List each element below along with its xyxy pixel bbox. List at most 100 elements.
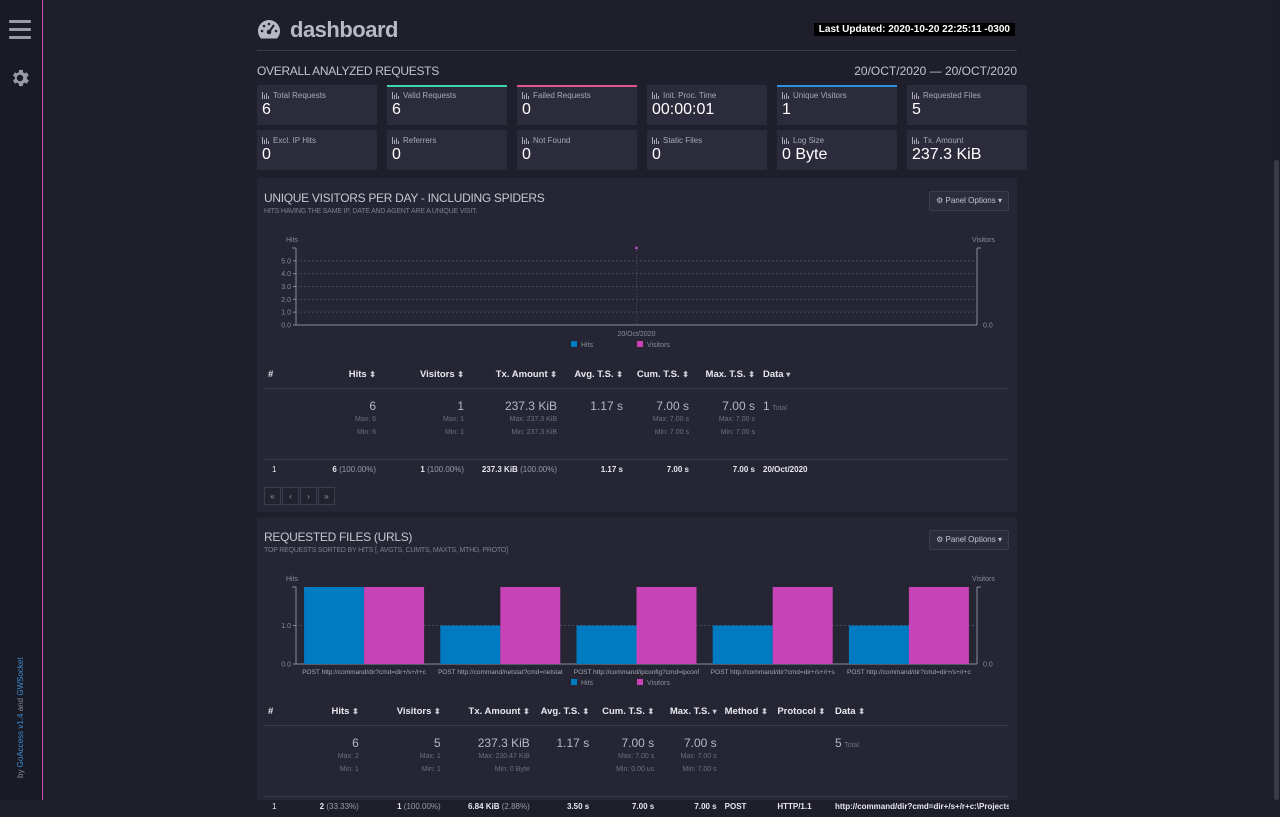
stat-value: 00:00:01 [652, 101, 715, 118]
col-visitors[interactable]: Visitors ⬍ [380, 360, 468, 389]
bar-chart-icon [392, 137, 400, 144]
total-data-suffix: Total [844, 742, 859, 749]
stat-label-text: Excl. IP Hits [273, 136, 316, 145]
bar-chart-icon [652, 137, 660, 144]
total-tx: 237.3 KiB [504, 399, 557, 413]
requested-files-table: # Hits ⬍ Visitors ⬍ Tx. Amount ⬍ Avg. T.… [264, 697, 1009, 817]
y2-tick-label: 0.0 [983, 662, 993, 669]
legend-label: Visitors [647, 342, 670, 349]
page-title: dashboard [290, 17, 398, 42]
y-tick-label: 3.0 [281, 284, 291, 291]
col-tx[interactable]: Tx. Amount ⬍ [468, 360, 561, 389]
row-data[interactable]: http://command/dir?cmd=dir+/s+/r+c:\Proj… [831, 795, 1009, 817]
next-page-button[interactable]: › [300, 487, 317, 505]
stat-card: Excl. IP Hits 0 [257, 130, 377, 170]
y2-axis-title: Visitors [972, 237, 995, 244]
panel-title: REQUESTED FILES (URLS) [264, 530, 413, 544]
overall-header: OVERALL ANALYZED REQUESTS 20/OCT/2020 — … [257, 51, 1017, 85]
stat-value: 0 [262, 146, 271, 163]
total-data: 5 [835, 736, 842, 750]
panel-options-button[interactable]: ⚙ Panel Options ▾ [929, 191, 1009, 211]
col-tx[interactable]: Tx. Amount ⬍ [444, 697, 534, 726]
y-tick-label: 4.0 [281, 271, 291, 278]
col-hits-label: Hits [348, 368, 367, 380]
col-cumts[interactable]: Cum. T.S. ⬍ [593, 697, 659, 726]
col-cumts[interactable]: Cum. T.S. ⬍ [627, 360, 693, 389]
stat-label-text: Log Size [793, 136, 825, 145]
panel-options-button[interactable]: ⚙ Panel Options ▾ [929, 530, 1009, 550]
col-method[interactable]: Method ⬍ [720, 697, 774, 726]
tx-min: Min: 0 Byte [494, 766, 530, 773]
menu-icon[interactable] [9, 20, 31, 40]
col-hits[interactable]: Hits ⬍ [306, 697, 363, 726]
maxts-max: Max: 7.00 s [680, 753, 717, 760]
row-visitors: 1 [420, 465, 425, 474]
prev-page-button[interactable]: ‹ [282, 487, 299, 505]
total-tx: 237.3 KiB [477, 736, 530, 750]
col-hits[interactable]: Hits ⬍ [312, 360, 380, 389]
stat-label-text: Init. Proc. Time [663, 91, 717, 100]
col-data[interactable]: Data ▾ [759, 360, 1009, 389]
stat-label: Static Files [652, 136, 762, 145]
hits-max: Max: 6 [354, 416, 376, 423]
col-visitors[interactable]: Visitors ⬍ [362, 697, 445, 726]
col-num: # [264, 697, 307, 726]
stat-value: 6 [392, 101, 401, 118]
y-tick-label: 5.0 [281, 258, 291, 265]
maxts-min: Min: 7.00 s [720, 429, 755, 436]
row-hits-pct: (100.00%) [339, 465, 376, 474]
stat-value: 0 [522, 146, 531, 163]
col-protocol[interactable]: Protocol ⬍ [773, 697, 831, 726]
y2-tick-label: 0.0 [983, 323, 993, 330]
col-maxts[interactable]: Max. T.S. ▾ [658, 697, 721, 726]
col-maxts[interactable]: Max. T.S. ⬍ [693, 360, 759, 389]
total-maxts: 7.00 s [683, 736, 717, 750]
last-updated-badge: Last Updated: 2020-10-20 22:25:11 -0300 [813, 23, 1015, 36]
stat-label: Referrers [392, 136, 502, 145]
scrollbar[interactable] [1273, 0, 1280, 800]
row-hits: 2 [319, 802, 325, 811]
bar-hits [440, 625, 501, 664]
goaccess-link[interactable]: GoAccess [16, 731, 25, 767]
bar-chart-icon [522, 92, 530, 99]
bar-hits [576, 625, 637, 664]
visitors-max: Max: 1 [419, 753, 441, 760]
row-num: 1 [264, 458, 312, 480]
stat-card: Failed Requests 0 [517, 85, 637, 125]
cumts-min: Min: 0.00 us [616, 766, 655, 773]
table-row[interactable]: 1 2 (33.33%) 1 (100.00%) 6.84 KiB (2.88%… [264, 795, 1009, 817]
row-tx-pct: (100.00%) [520, 465, 557, 474]
gwsocket-link[interactable]: GWSocket [16, 657, 25, 695]
col-avgts[interactable]: Avg. T.S. ⬍ [561, 360, 627, 389]
last-page-button[interactable]: » [318, 487, 335, 505]
col-avgts-label: Avg. T.S. [540, 705, 580, 717]
visitors-max: Max: 1 [442, 416, 464, 423]
credits: by GoAccess v1.4 and GWSocket [16, 648, 25, 778]
col-avgts[interactable]: Avg. T.S. ⬍ [533, 697, 594, 726]
row-data: 20/Oct/2020 [759, 458, 1009, 480]
stat-label: Init. Proc. Time [652, 91, 762, 100]
row-hits: 6 [332, 465, 337, 474]
sort-icon: ⬍ [761, 706, 768, 716]
tx-min: Min: 237.3 KiB [511, 429, 557, 436]
scrollbar-thumb[interactable] [1274, 160, 1279, 800]
first-page-button[interactable]: « [264, 487, 281, 505]
visitors-panel: UNIQUE VISITORS PER DAY - INCLUDING SPID… [257, 178, 1017, 512]
stat-label: Requested Files [912, 91, 1022, 100]
stat-label: Unique Visitors [782, 91, 892, 100]
legend-swatch [571, 341, 577, 347]
x-tick-label: POST http://command/dir?cmd=dir+/s+/r+s [711, 669, 836, 676]
gear-icon[interactable] [9, 67, 31, 89]
col-maxts-label: Max. T.S. [705, 368, 746, 380]
col-data[interactable]: Data ⬍ [831, 697, 1009, 726]
row-maxts: 7.00 s [658, 795, 721, 817]
x-tick-label: POST http://command/dir?cmd=dir+/s+/r+c [302, 669, 427, 676]
row-visitors: 1 [397, 802, 402, 811]
col-num: # [264, 360, 312, 389]
data-point-hits [635, 247, 638, 249]
total-maxts: 7.00 s [722, 399, 755, 413]
table-row[interactable]: 1 6 (100.00%) 1 (100.00%) 237.3 KiB (100… [264, 458, 1009, 480]
y-tick-label: 2.0 [281, 297, 291, 304]
maxts-min: Min: 7.00 s [682, 766, 717, 773]
sort-icon: ⬍ [352, 706, 359, 716]
